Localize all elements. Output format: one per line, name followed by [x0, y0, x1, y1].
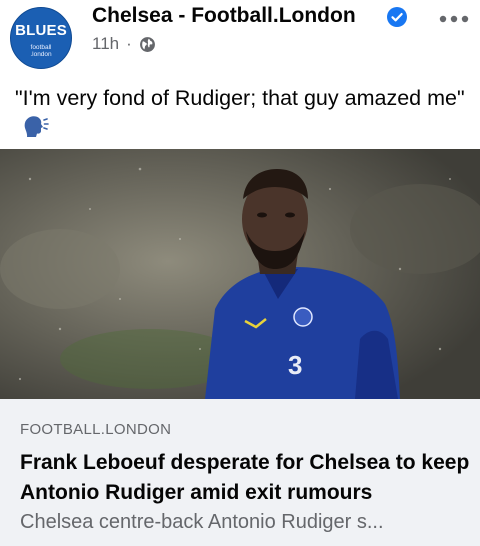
- post-meta: 11h ·: [92, 34, 156, 54]
- post-caption-text: "I'm very fond of Rudiger; that guy amaz…: [15, 86, 465, 110]
- player-photo-illustration: 3: [0, 149, 480, 399]
- link-preview-image[interactable]: 3: [0, 149, 480, 399]
- post-header: BLUES football .london Chelsea - Footbal…: [0, 0, 480, 69]
- post-timestamp[interactable]: 11h: [92, 34, 119, 54]
- verified-badge-icon: [387, 7, 407, 27]
- link-description: Chelsea centre-back Antonio Rudiger s...: [20, 511, 384, 533]
- meta-separator: ·: [126, 34, 132, 53]
- page-avatar[interactable]: BLUES football .london: [10, 7, 72, 69]
- avatar-brand: BLUES: [15, 22, 67, 39]
- page-name-link[interactable]: Chelsea - Football.London: [92, 4, 356, 28]
- link-preview-card[interactable]: FOOTBALL.LONDON Frank Leboeuf desperate …: [0, 399, 480, 546]
- speaking-head-icon: [24, 116, 49, 137]
- globe-icon: [139, 36, 155, 52]
- link-headline[interactable]: Frank Leboeuf desperate for Chelsea to k…: [20, 448, 470, 508]
- link-domain: FOOTBALL.LONDON: [20, 421, 172, 438]
- avatar-sub-line1: football: [30, 44, 52, 51]
- avatar-sub: football .london: [11, 44, 71, 58]
- avatar-sub-line2: .london: [30, 51, 52, 58]
- svg-text:3: 3: [288, 350, 302, 380]
- post-caption: "I'm very fond of Rudiger; that guy amaz…: [15, 84, 471, 142]
- more-options-icon[interactable]: [438, 14, 470, 24]
